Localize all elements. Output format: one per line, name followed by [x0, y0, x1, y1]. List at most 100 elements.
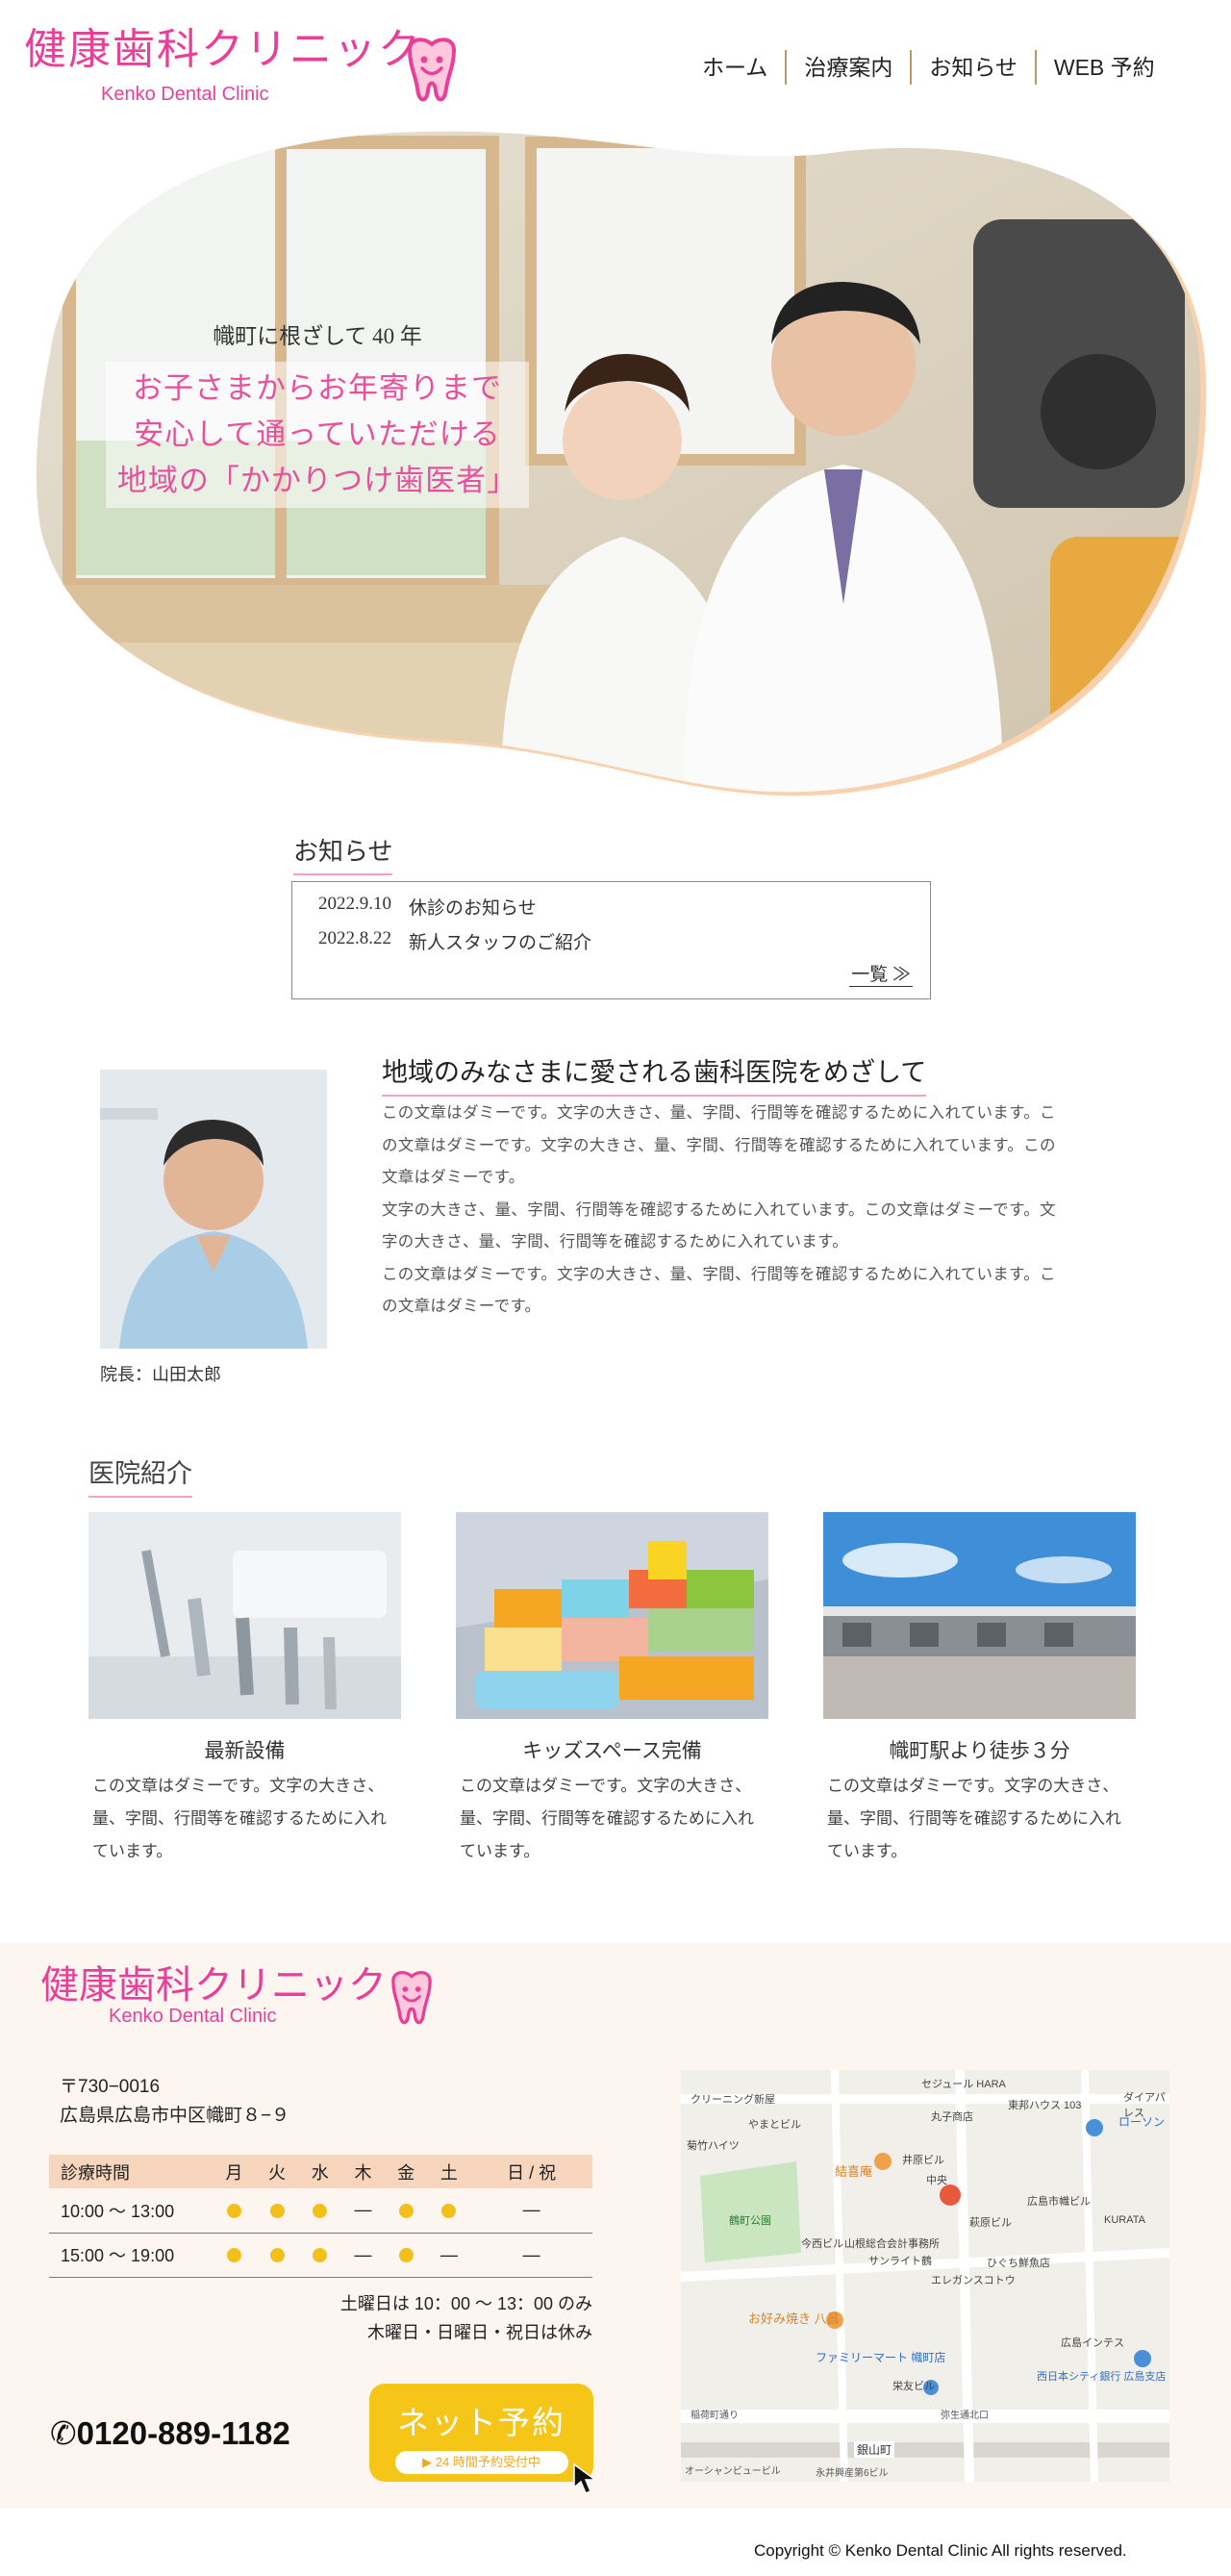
hours-table: 診療時間 月 火 水 木 金 土 日 / 祝 10:00 〜 13:00 — — … — [49, 2155, 592, 2278]
nav-news[interactable]: お知らせ — [910, 50, 1035, 85]
map-label: 鶴町公園 — [729, 2215, 771, 2227]
web-reservation-label: ネット予約 — [397, 2405, 565, 2440]
hours-cell — [255, 2233, 299, 2278]
hours-col-wed: 水 — [298, 2155, 342, 2188]
map-label: 井原ビル — [902, 2155, 944, 2166]
open-dot-icon — [398, 2204, 414, 2218]
access-map[interactable]: セジュール HARA クリーニング新屋 丸子商店 東邦ハウス 103 ダイアパレ… — [681, 2070, 1169, 2482]
hours-cell: — — [470, 2233, 592, 2278]
hero-subtitle: 幟町に根ざして 40 年 — [213, 324, 422, 348]
hours-cell: — — [341, 2188, 385, 2234]
station-photo — [823, 1512, 1136, 1719]
card-text: この文章はダミーです。文字の大きさ、 量、字間、行間等を確認するために入れ てい… — [456, 1770, 768, 1868]
map-label: 栄友ビル — [892, 2381, 935, 2392]
hours-cell: — — [427, 2233, 471, 2278]
card-line: ています。 — [827, 1842, 908, 1860]
map-label: KURATA — [1104, 2214, 1145, 2226]
cursor-icon — [573, 2462, 598, 2494]
card-text: この文章はダミーです。文字の大きさ、 量、字間、行間等を確認するために入れ てい… — [823, 1770, 1136, 1868]
nav-home[interactable]: ホーム — [685, 50, 785, 85]
map-label: 銀山町 — [854, 2441, 895, 2458]
hero-line: お子さまからお年寄りまで — [133, 371, 502, 405]
map-label: 永井興産第6ビル — [816, 2468, 889, 2479]
open-dot-icon — [398, 2248, 414, 2263]
map-label: 今西ビル — [801, 2238, 843, 2250]
hours-cell — [213, 2188, 256, 2234]
hours-note: 土曜日は 10：00 〜 13：00 のみ — [339, 2294, 592, 2313]
card-line: ています。 — [92, 1842, 173, 1860]
hero-line: 地域の「かかりつけ歯医者」 — [116, 464, 518, 497]
logo-subtitle: Kenko Dental Clinic — [101, 84, 269, 105]
news-title: 休診のお知らせ — [409, 898, 537, 919]
map-label: サンライト鶴 — [868, 2256, 932, 2267]
director-caption: 院長：山田太郎 — [100, 1365, 221, 1384]
postal-code: 〒730−0016 — [60, 2077, 161, 2097]
map-label: エレガンスコトウ — [931, 2275, 1016, 2286]
card-line: この文章はダミーです。文字の大きさ、 — [460, 1777, 752, 1795]
kids-space-photo — [456, 1512, 768, 1719]
hours-cell — [427, 2188, 471, 2234]
card-line: 量、字間、行間等を確認するために入れ — [827, 1809, 1121, 1828]
nav-web-reservation[interactable]: WEB 予約 — [1034, 50, 1172, 85]
nav-treatment[interactable]: 治療案内 — [785, 50, 910, 85]
hours-row: 10:00 〜 13:00 — — — [49, 2188, 592, 2234]
news-item[interactable]: 2022.9.10 休診のお知らせ — [318, 894, 537, 920]
hours-col-tue: 火 — [255, 2155, 299, 2188]
tooth-mascot-icon — [391, 1971, 432, 2025]
hours-cell: — — [470, 2188, 592, 2234]
news-list-link[interactable]: 一覧 ≫ — [849, 960, 913, 987]
hours-cell — [384, 2188, 428, 2234]
map-label: セジュール HARA — [921, 2079, 1006, 2090]
news-date: 2022.9.10 — [318, 894, 391, 914]
footer-logo-text[interactable]: 健康歯科クリニック — [40, 1966, 387, 2005]
intro-line: 文字の大きさ、量、字間、行間等を確認するために入れています。この文章はダミーです… — [382, 1200, 1056, 1219]
hours-col-sat: 土 — [427, 2155, 471, 2188]
equipment-photo — [88, 1512, 401, 1719]
hours-cell — [298, 2188, 342, 2234]
open-dot-icon — [226, 2248, 241, 2263]
hours-cell — [298, 2233, 342, 2278]
intro-line: この文章はダミーです。文字の大きさ、量、字間、行間等を確認するために入れています… — [382, 1103, 1056, 1122]
news-title: 新人スタッフのご紹介 — [409, 933, 592, 953]
clinic-card: 幟町駅より徒歩３分 この文章はダミーです。文字の大きさ、 量、字間、行間等を確認… — [823, 1512, 1136, 1868]
map-label: 中央 — [926, 2175, 947, 2186]
map-label: 西日本シティ銀行 広島支店 — [1037, 2371, 1167, 2383]
card-line: この文章はダミーです。文字の大きさ、 — [92, 1777, 385, 1795]
map-label: 弥生通北口 — [941, 2411, 989, 2421]
map-label: クリーニング新屋 — [691, 2094, 775, 2106]
news-box: 2022.9.10 休診のお知らせ 2022.8.22 新人スタッフのご紹介 一… — [291, 881, 931, 999]
map-label: 山根総合会計事務所 — [844, 2238, 940, 2250]
news-heading: お知らせ — [293, 832, 393, 875]
map-label: 広島市幟ビル — [1027, 2196, 1091, 2208]
hours-header: 診療時間 月 火 水 木 金 土 日 / 祝 — [49, 2155, 592, 2188]
map-label: 東邦ハウス 103 — [1008, 2100, 1082, 2111]
map-label: オーシャンビュービル — [685, 2466, 781, 2477]
hours-row: 15:00 〜 19:00 — — — — [49, 2233, 592, 2278]
hours-cell — [213, 2233, 256, 2278]
clinic-address: 〒730−0016 広島県広島市中区幟町８−９ — [60, 2073, 289, 2131]
hours-col-label: 診療時間 — [49, 2155, 213, 2188]
map-label: やまとビル — [748, 2119, 801, 2131]
logo-text[interactable]: 健康歯科クリニック — [24, 29, 422, 71]
web-reservation-button[interactable]: ネット予約 ▶ 24 時間予約受付中 — [369, 2384, 598, 2494]
card-text: この文章はダミーです。文字の大きさ、 量、字間、行間等を確認するために入れ てい… — [88, 1770, 401, 1868]
phone-number[interactable]: ✆0120-889-1182 — [50, 2414, 290, 2452]
clinic-heading: 医院紹介 — [88, 1452, 192, 1498]
map-label: ローソン — [1118, 2115, 1166, 2129]
open-dot-icon — [441, 2204, 457, 2218]
hours-col-sun-holiday: 日 / 祝 — [470, 2155, 592, 2188]
card-line: この文章はダミーです。文字の大きさ、 — [827, 1777, 1119, 1795]
open-dot-icon — [313, 2204, 328, 2218]
map-label: 広島インテス — [1061, 2337, 1124, 2349]
hours-note: 木曜日・日曜日・祝日は休み — [367, 2323, 592, 2342]
hours-col-thu: 木 — [341, 2155, 385, 2188]
news-item[interactable]: 2022.8.22 新人スタッフのご紹介 — [318, 928, 591, 954]
clinic-card: 最新設備 この文章はダミーです。文字の大きさ、 量、字間、行間等を確認するために… — [88, 1512, 401, 1868]
card-title: 幟町駅より徒歩３分 — [889, 1739, 1070, 1762]
director-photo — [100, 1070, 327, 1349]
intro-line: の文章はダミーです。文字の大きさ、量、字間、行間等を確認するために入れています。… — [382, 1135, 1056, 1154]
open-dot-icon — [226, 2204, 241, 2218]
intro-line: この文章はダミーです。文字の大きさ、量、字間、行間等を確認するために入れています… — [382, 1264, 1056, 1283]
map-label: 稲荷町通り — [691, 2411, 739, 2421]
intro-heading: 地域のみなさまに愛される歯科医院をめざして — [382, 1051, 927, 1097]
